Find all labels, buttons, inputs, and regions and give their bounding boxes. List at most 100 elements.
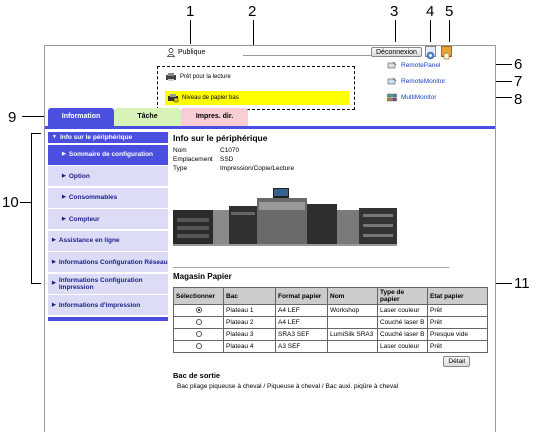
info-row-type: Type Impression/Copie/Lecture	[173, 164, 488, 173]
disconnect-button[interactable]: Déconnexion	[371, 47, 422, 57]
status-warning: Niveau de papier bas	[165, 91, 349, 105]
paper-tray-title: Magasin Papier	[173, 272, 232, 281]
sidebar-item-print-info[interactable]: ▶ Informations d'impression	[48, 295, 168, 315]
sidebar-item-network-config[interactable]: ▶ Informations Configuration Réseau	[48, 252, 168, 272]
table-row: Plateau 4 A3 SEF Laser couleur Prêt	[173, 340, 488, 353]
callout-1: 1	[186, 3, 195, 20]
printer-machine-image	[173, 188, 397, 246]
sidebar-item-label: Informations Configuration Réseau	[58, 258, 168, 266]
remote-panel-icon	[387, 61, 397, 69]
chevron-right-icon: ▶	[52, 301, 56, 308]
status-warning-text: Niveau de papier bas	[182, 95, 239, 101]
bracket-10-tick	[20, 202, 31, 203]
status-ready: Prêt pour la lecture	[165, 72, 231, 82]
chevron-right-icon: ▶	[62, 151, 66, 157]
callout-6: 6	[514, 56, 523, 73]
sidebar-item-label: Info sur le périphérique	[59, 134, 133, 141]
table-row: Plateau 2 A4 LEF Couché laser B Prêt	[173, 316, 488, 329]
paper-tray-table: Sélectionner Bac Format papier Nom Type …	[173, 287, 488, 353]
user-icon	[167, 47, 175, 57]
callout-5: 5	[445, 3, 454, 20]
sidebar-item-option[interactable]: ▶ Option	[48, 166, 168, 186]
info-value: SSD	[220, 156, 234, 163]
detail-button[interactable]: Détail	[443, 356, 470, 367]
table-cell: Presque vide	[427, 328, 488, 341]
sidebar-item-label: Assistance en ligne	[58, 237, 120, 244]
table-cell: Plateau 1	[223, 304, 276, 317]
column-header: Sélectionner	[173, 287, 224, 305]
sidebar-item-config-summary[interactable]: ▶ Sommaire de configuration	[48, 144, 168, 165]
main-content: Info sur le périphérique Nom C1070 Emplac…	[173, 133, 488, 391]
chevron-right-icon: ▶	[52, 237, 56, 243]
remote-panel-link[interactable]: RemotePanel	[387, 61, 440, 70]
sidebar-item-label: Informations d'impression	[58, 301, 141, 309]
info-label: Type	[173, 165, 188, 172]
web-ui-frame: Publique Déconnexion Prêt pour la lectur…	[44, 45, 496, 432]
info-label: Emplacement	[173, 156, 213, 163]
sidebar-item-consumables[interactable]: ▶ Consommables	[48, 187, 168, 208]
sidebar-item-label: Sommaire de configuration	[68, 151, 154, 158]
column-header: Bac	[223, 287, 276, 305]
info-label: Nom	[173, 147, 187, 154]
callout-3: 3	[390, 3, 399, 20]
table-cell: Couché laser B	[377, 316, 428, 329]
sidebar-item-label: Compteur	[68, 215, 100, 223]
home-icon	[442, 52, 451, 60]
table-header-row: Sélectionner Bac Format papier Nom Type …	[173, 287, 488, 305]
chevron-right-icon: ▶	[52, 258, 56, 265]
user-label: Publique	[178, 48, 206, 56]
table-cell	[327, 316, 378, 329]
main-tabs: Information Tâche Impres. dir.	[45, 108, 495, 130]
select-cell	[173, 316, 224, 329]
table-cell: A4 LEF	[275, 304, 328, 317]
column-header: Nom	[327, 287, 378, 305]
bracket-10-vertical	[31, 133, 32, 284]
sidebar: ▼ Info sur le périphérique ▶ Sommaire de c…	[48, 132, 168, 321]
remote-panel-label: RemotePanel	[401, 62, 441, 69]
select-cell	[173, 340, 224, 353]
info-row-location: Emplacement SSD	[173, 155, 488, 164]
home-button[interactable]	[441, 46, 452, 60]
select-cell	[173, 328, 224, 341]
callout-line-5	[449, 20, 450, 42]
tray-radio[interactable]	[195, 318, 202, 325]
column-header: Format papier	[275, 287, 328, 305]
chevron-right-icon: ▶	[62, 194, 66, 200]
section-divider	[173, 267, 449, 268]
info-value: C1070	[220, 147, 240, 154]
remote-monitor-link[interactable]: RemoteMonitor	[387, 77, 445, 86]
user-indicator: Publique	[167, 46, 205, 58]
multi-monitor-label: MultiMonitor	[401, 94, 437, 101]
table-cell: LumiSilk SRA3	[327, 328, 378, 341]
sidebar-item-counter[interactable]: ▶ Compteur	[48, 209, 168, 229]
page-title: Info sur le périphérique	[173, 133, 268, 143]
column-header: Etat papier	[427, 287, 488, 305]
paper-warning-icon	[168, 94, 179, 103]
multi-monitor-link[interactable]: MultiMonitor	[387, 93, 436, 102]
multi-monitor-icon	[387, 93, 397, 102]
tab-information[interactable]: Information	[48, 108, 114, 126]
callout-7: 7	[514, 73, 523, 90]
sidebar-item-label: Informations Configuration Impression	[58, 276, 143, 291]
tray-radio[interactable]	[195, 342, 202, 349]
header-divider	[243, 55, 371, 56]
callout-9: 9	[8, 109, 17, 126]
tab-tache[interactable]: Tâche	[114, 108, 181, 126]
tray-radio[interactable]	[195, 306, 202, 313]
tab-impres-dir[interactable]: Impres. dir.	[181, 108, 248, 126]
help-button[interactable]	[425, 46, 436, 60]
table-cell: Prêt	[427, 340, 488, 353]
chevron-right-icon: ▶	[62, 172, 66, 179]
table-cell: Plateau 3	[223, 328, 276, 341]
callout-11: 11	[514, 275, 530, 292]
table-cell: SRA3 SEF	[275, 328, 328, 341]
sidebar-item-device-info[interactable]: ▼ Info sur le périphérique	[48, 132, 168, 143]
table-row: Plateau 3 SRA3 SEF LumiSilk SRA3 Couché …	[173, 328, 488, 341]
sidebar-item-online-assistance[interactable]: ▶ Assistance en ligne	[48, 230, 168, 251]
callout-8: 8	[514, 91, 523, 108]
tray-radio[interactable]	[195, 330, 202, 337]
sidebar-item-label: Consommables	[68, 194, 118, 201]
remote-monitor-icon	[387, 77, 397, 85]
table-cell: Laser couleur	[377, 304, 428, 317]
sidebar-item-print-config[interactable]: ▶ Informations Configuration Impression	[48, 273, 168, 294]
